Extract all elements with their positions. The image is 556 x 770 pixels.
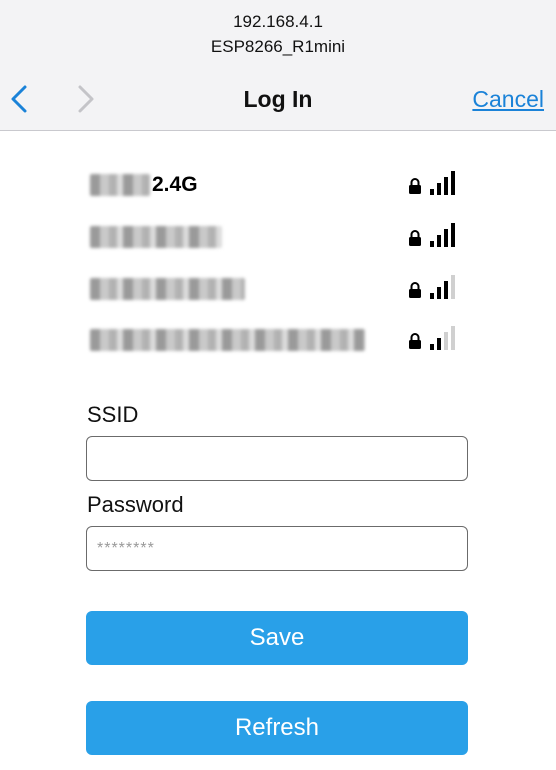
ssid-label: SSID — [87, 402, 139, 427]
redacted-text — [90, 174, 150, 196]
network-item[interactable] — [90, 274, 470, 304]
network-name — [90, 276, 245, 302]
lock-icon — [409, 333, 421, 349]
network-name: 2.4G — [90, 172, 198, 198]
network-item[interactable] — [90, 325, 470, 355]
redacted-text — [90, 329, 365, 351]
signal-strength-icon — [430, 223, 455, 247]
lock-icon — [409, 282, 421, 298]
cancel-button[interactable]: Cancel — [472, 86, 544, 113]
network-name — [90, 327, 365, 353]
save-button[interactable]: Save — [86, 611, 468, 665]
signal-strength-icon — [430, 326, 455, 350]
password-label: Password — [87, 492, 184, 517]
refresh-button[interactable]: Refresh — [86, 701, 468, 755]
network-item[interactable]: 2.4G — [90, 170, 470, 200]
host-address: 192.168.4.1 — [233, 12, 323, 31]
browser-top-bar: 192.168.4.1 ESP8266_R1mini Log In Cancel — [0, 0, 556, 131]
lock-icon — [409, 230, 421, 246]
network-name — [90, 224, 222, 250]
password-input[interactable] — [86, 526, 468, 571]
signal-strength-icon — [430, 171, 455, 195]
ssid-input[interactable] — [86, 436, 468, 481]
redacted-text — [90, 278, 245, 300]
network-name-title: ESP8266_R1mini — [210, 37, 346, 56]
signal-strength-icon — [430, 275, 455, 299]
lock-icon — [409, 178, 421, 194]
network-item[interactable] — [90, 222, 470, 252]
redacted-text — [90, 226, 222, 248]
